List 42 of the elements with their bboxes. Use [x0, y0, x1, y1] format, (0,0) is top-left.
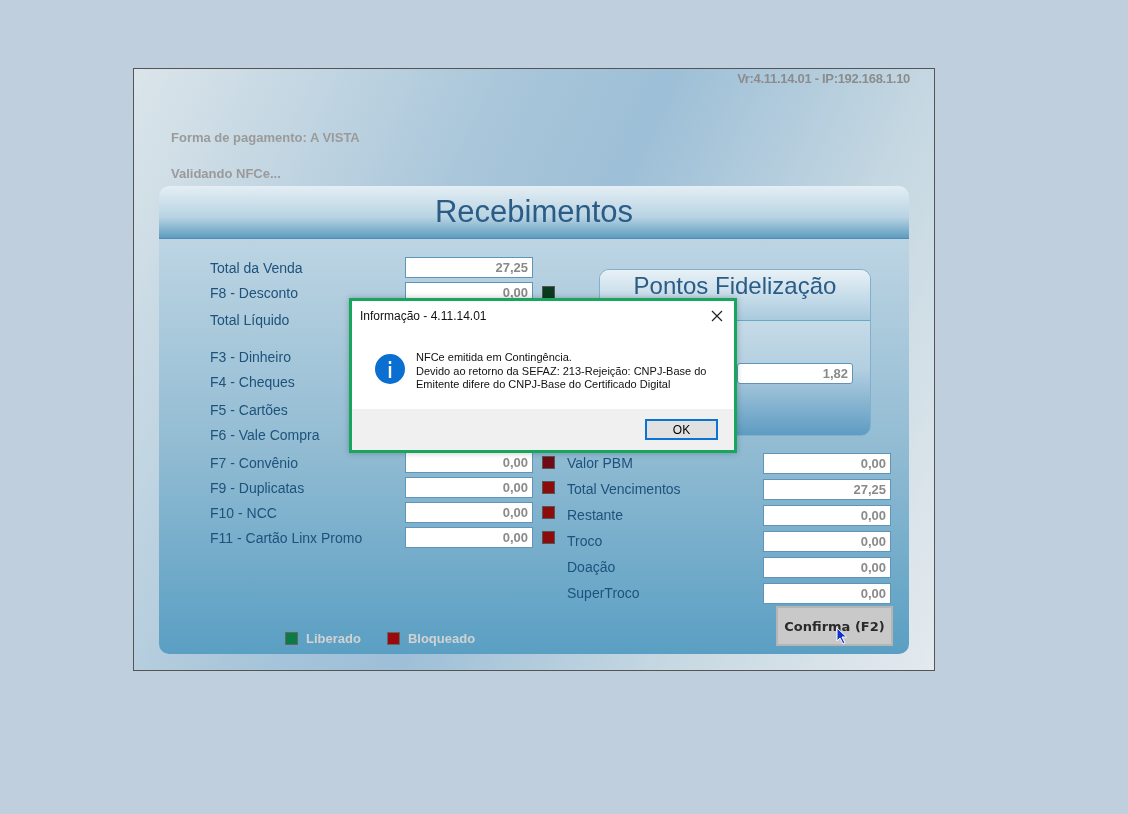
close-icon[interactable]: [711, 310, 723, 322]
amount-field: 0,00: [763, 504, 891, 526]
row-label: Troco: [567, 533, 604, 549]
amount-field[interactable]: 0,00: [405, 527, 533, 548]
dialog-message: NFCe emitida em Contingência.: [416, 351, 573, 365]
amount-field: 0,00: [763, 530, 891, 552]
status-message: Validando NFCe...: [171, 166, 282, 181]
confirm-button[interactable]: Confirma (F2): [776, 606, 893, 646]
row-label: Doação: [567, 559, 617, 575]
amount-field: 0,00: [763, 556, 891, 578]
legend-label: Liberado: [306, 631, 361, 646]
row-label: Total da Venda: [210, 259, 303, 276]
row-label: SuperTroco: [567, 585, 641, 601]
amount-field: 0,00: [763, 582, 891, 604]
row-label: Total Vencimentos: [567, 481, 682, 497]
row-label: F4 - Cheques: [210, 373, 295, 390]
panel-title: Recebimentos: [159, 186, 909, 239]
row-label: F6 - Vale Compra: [210, 426, 320, 443]
info-icon: [374, 353, 406, 385]
row-label: Total Líquido: [210, 311, 290, 328]
points-field: 1,82: [737, 363, 853, 384]
row-label: F8 - Desconto: [210, 284, 298, 301]
dialog-message: Devido ao retorno da SEFAZ: 213-Rejeição: CNPJ-Base do Emitente difere do CNPJ-Base do Certificado Digital: [416, 364, 708, 392]
version-text: Vr:4.11.14.01 - IP:192.168.1.10: [737, 71, 910, 86]
row-label: F7 - Convênio: [210, 454, 298, 471]
amount-field[interactable]: 0,00: [405, 502, 533, 523]
row-label: F5 - Cartões: [210, 401, 288, 418]
payment-method-text: Forma de pagamento: A VISTA: [171, 130, 361, 145]
row-label: Valor PBM: [567, 455, 634, 471]
amount-field[interactable]: 27,25: [405, 257, 533, 278]
amount-field[interactable]: 0,00: [405, 452, 533, 473]
dialog-title: Informação - 4.11.14.01: [360, 309, 487, 323]
legend-label: Bloqueado: [407, 631, 476, 646]
row-label: F10 - NCC: [210, 504, 277, 521]
amount-field: 27,25: [763, 478, 891, 500]
row-label: Restante: [567, 507, 625, 523]
amount-field[interactable]: 0,00: [405, 477, 533, 498]
amount-field: 0,00: [763, 452, 891, 474]
row-label: F11 - Cartão Linx Promo: [210, 529, 363, 546]
ok-button[interactable]: OK: [645, 419, 718, 440]
row-label: F3 - Dinheiro: [210, 348, 291, 365]
row-label: F9 - Duplicatas: [210, 479, 305, 496]
